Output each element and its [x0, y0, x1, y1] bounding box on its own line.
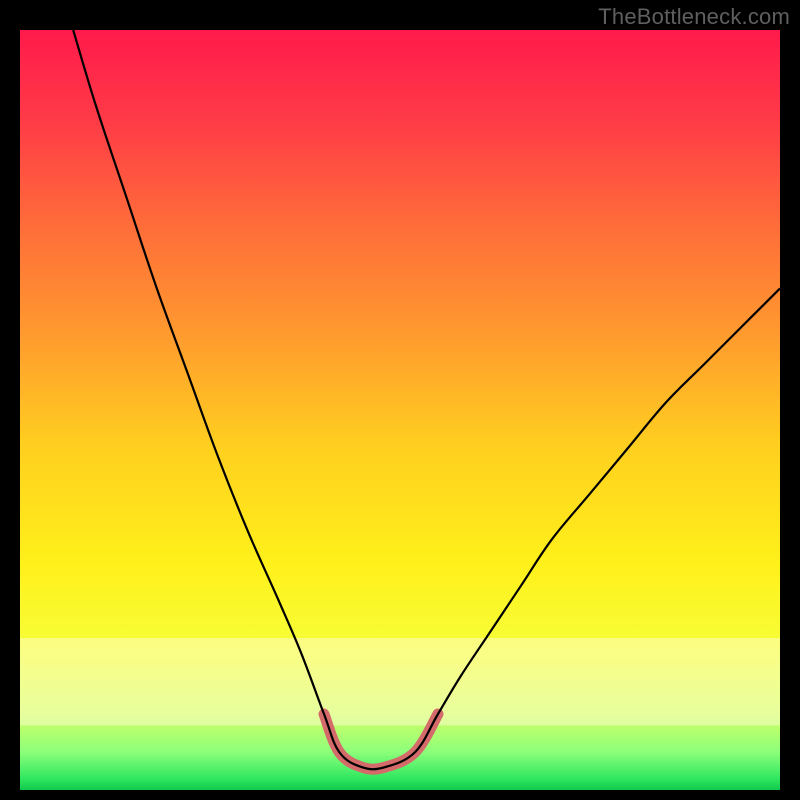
plot-area: [20, 30, 780, 790]
pale-band: [20, 638, 780, 725]
watermark-text: TheBottleneck.com: [598, 4, 790, 30]
bottleneck-chart-svg: [20, 30, 780, 790]
chart-frame: TheBottleneck.com: [0, 0, 800, 800]
